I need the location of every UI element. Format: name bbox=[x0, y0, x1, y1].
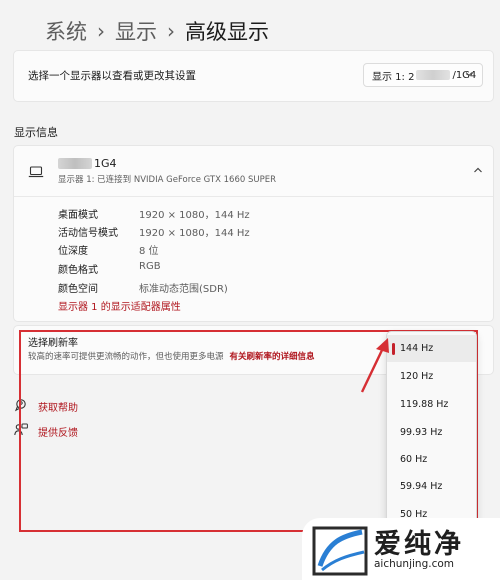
property-key: 位深度 bbox=[58, 246, 88, 257]
monitor-dropdown-prefix: 显示 1: 2 bbox=[372, 71, 415, 83]
refresh-option-144[interactable]: 144 Hz bbox=[387, 335, 476, 362]
watermark: 爱纯净 aichunjing.com bbox=[302, 518, 500, 580]
property-value: RGB bbox=[139, 261, 161, 272]
redacted-blur bbox=[58, 158, 92, 169]
breadcrumb: 系统 › 显示 › 高级显示 bbox=[45, 14, 269, 48]
breadcrumb-separator: › bbox=[167, 19, 175, 43]
property-key: 桌面模式 bbox=[58, 210, 98, 221]
annotation-arrow-icon bbox=[358, 336, 394, 400]
watermark-title: 爱纯净 bbox=[374, 529, 464, 560]
breadcrumb-separator: › bbox=[97, 19, 105, 43]
property-value: 1920 × 1080，144 Hz bbox=[139, 210, 250, 221]
display-info-card: 1G4 显示器 1: 已连接到 NVIDIA GeForce GTX 1660 … bbox=[13, 145, 494, 322]
monitor-select-label: 选择一个显示器以查看或更改其设置 bbox=[28, 70, 196, 82]
chevron-up-icon[interactable] bbox=[472, 164, 484, 179]
refresh-option-120[interactable]: 120 Hz bbox=[387, 363, 476, 390]
property-value: 标准动态范围(SDR) bbox=[139, 284, 228, 295]
display-subtitle: 显示器 1: 已连接到 NVIDIA GeForce GTX 1660 SUPE… bbox=[58, 175, 276, 185]
refresh-option-60[interactable]: 60 Hz bbox=[387, 446, 476, 473]
refresh-option-59-94[interactable]: 59.94 Hz bbox=[387, 473, 476, 500]
property-value: 8 位 bbox=[139, 246, 159, 257]
display-name: 1G4 bbox=[58, 157, 117, 170]
display-name-text: 1G4 bbox=[94, 157, 117, 170]
breadcrumb-system[interactable]: 系统 bbox=[45, 16, 87, 46]
adapter-properties-link[interactable]: 显示器 1 的显示适配器属性 bbox=[58, 298, 181, 313]
laptop-icon bbox=[28, 164, 44, 183]
property-key: 活动信号模式 bbox=[58, 228, 118, 239]
watermark-url: aichunjing.com bbox=[374, 558, 455, 570]
refresh-option-119-88[interactable]: 119.88 Hz bbox=[387, 391, 476, 418]
page-title: 高级显示 bbox=[185, 20, 269, 44]
display-info-header[interactable]: 1G4 显示器 1: 已连接到 NVIDIA GeForce GTX 1660 … bbox=[14, 146, 493, 197]
breadcrumb-display[interactable]: 显示 bbox=[115, 16, 157, 46]
property-key: 颜色空间 bbox=[58, 284, 98, 295]
property-value: 1920 × 1080，144 Hz bbox=[139, 228, 250, 239]
watermark-logo-icon bbox=[312, 526, 368, 580]
redacted-blur bbox=[416, 70, 451, 80]
chevron-down-icon bbox=[464, 69, 474, 82]
refresh-rate-dropdown[interactable]: 144 Hz 120 Hz 119.88 Hz 99.93 Hz 60 Hz 5… bbox=[386, 331, 477, 531]
section-title: 显示信息 bbox=[14, 126, 58, 139]
refresh-option-99-93[interactable]: 99.93 Hz bbox=[387, 419, 476, 446]
monitor-select-card: 选择一个显示器以查看或更改其设置 显示 1: 2 /1G4 bbox=[13, 50, 494, 102]
property-key: 颜色格式 bbox=[58, 265, 98, 276]
monitor-dropdown[interactable]: 显示 1: 2 /1G4 bbox=[363, 63, 483, 87]
